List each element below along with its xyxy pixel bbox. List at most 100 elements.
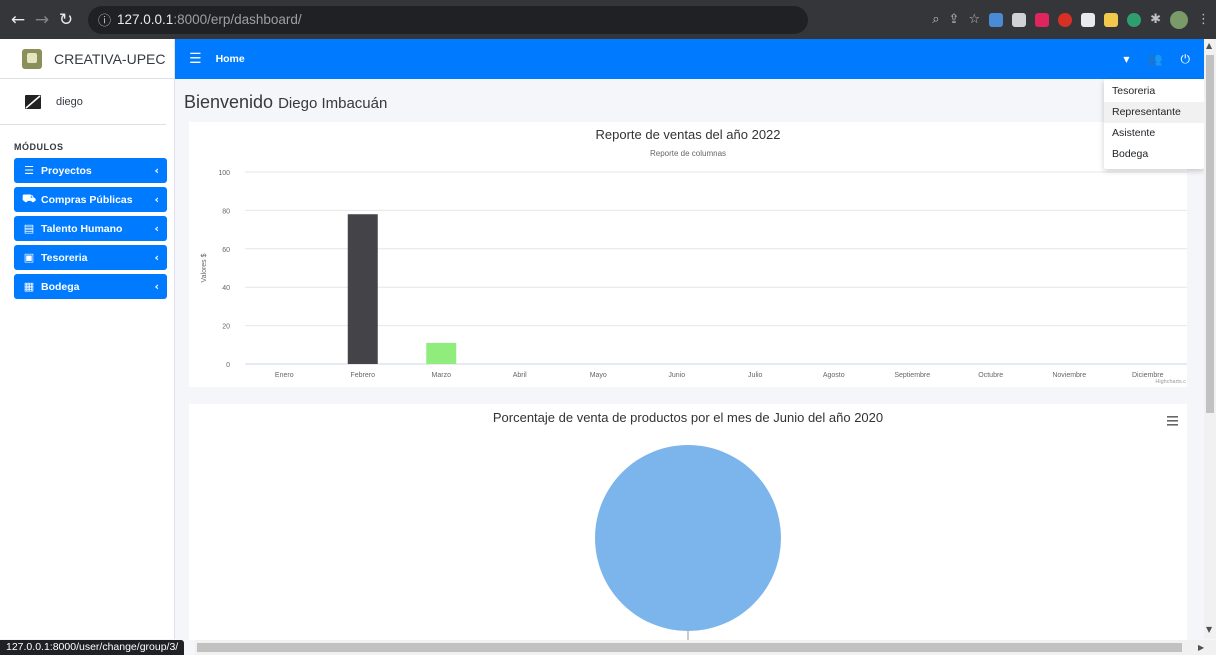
x-tick-label: Septiembre bbox=[894, 372, 930, 379]
navbar-actions: ▼ 👥 ⏻ bbox=[1123, 52, 1190, 67]
x-tick-label: Diciembre bbox=[1132, 372, 1164, 379]
extension-globe-icon[interactable] bbox=[1127, 12, 1142, 27]
extensions-puzzle-icon[interactable]: ✱ bbox=[1150, 12, 1161, 27]
scroll-right-arrow-icon[interactable]: ▶ bbox=[1198, 643, 1204, 652]
home-link[interactable]: Home bbox=[216, 53, 245, 65]
users-icon[interactable]: 👥 bbox=[1148, 52, 1163, 66]
dropdown-item-tesoreria[interactable]: Tesoreria bbox=[1104, 81, 1204, 102]
horizontal-scroll-thumb[interactable] bbox=[197, 643, 1182, 652]
extension-w-icon[interactable] bbox=[1081, 12, 1096, 27]
user-name: diego bbox=[56, 95, 83, 108]
y-tick-label: 80 bbox=[222, 208, 230, 215]
sidebar: CREATIVA-UPEC diego MÓDULOS ☰ Proyectos … bbox=[0, 39, 175, 639]
vertical-scroll-thumb[interactable] bbox=[1206, 55, 1214, 413]
welcome-user-name: Diego Imbacuán bbox=[278, 95, 388, 112]
sales-bar-chart: Reporte de ventas del año 2022 Reporte de… bbox=[201, 127, 1187, 385]
y-axis-label: Valores $ bbox=[201, 253, 208, 282]
x-tick-label: Enero bbox=[275, 372, 294, 379]
sidebar-item-label: Compras Públicas bbox=[41, 193, 133, 206]
back-arrow-icon[interactable]: ← bbox=[6, 10, 30, 30]
x-tick-label: Agosto bbox=[823, 372, 845, 379]
main-content: Bienvenido Diego Imbacuán Reporte de ven… bbox=[175, 79, 1204, 640]
horizontal-scrollbar[interactable]: ▶ bbox=[195, 640, 1216, 655]
product-pie-chart: Porcentaje de venta de productos por el … bbox=[493, 410, 1178, 640]
scroll-down-arrow-icon[interactable]: ▼ bbox=[1206, 625, 1212, 634]
x-tick-label: Noviembre bbox=[1052, 372, 1086, 379]
hamburger-menu-icon[interactable]: ☰ bbox=[189, 51, 202, 67]
welcome-text: Bienvenido bbox=[184, 92, 274, 112]
y-tick-label: 100 bbox=[218, 170, 230, 177]
extension-translate-icon[interactable] bbox=[989, 12, 1004, 27]
vertical-scrollbar[interactable]: ▲ ▼ bbox=[1204, 39, 1216, 639]
x-tick-label: Febrero bbox=[350, 372, 375, 379]
sidebar-item-label: Talento Humano bbox=[41, 222, 123, 235]
sidebar-item-bodega[interactable]: ▦ Bodega ‹ bbox=[14, 274, 167, 299]
extension-colorful-icon[interactable] bbox=[1104, 12, 1119, 27]
sidebar-item-talento-humano[interactable]: ▤ Talento Humano ‹ bbox=[14, 216, 167, 241]
dropdown-item-bodega[interactable]: Bodega bbox=[1104, 144, 1204, 165]
chevron-left-icon: ‹ bbox=[154, 222, 159, 235]
url-path: :8000/erp/dashboard/ bbox=[173, 12, 302, 27]
pie-chart-title: Porcentaje de venta de productos por el … bbox=[493, 410, 883, 425]
chart-credits[interactable]: Highcharts.c bbox=[1155, 379, 1186, 385]
chevron-left-icon: ‹ bbox=[154, 164, 159, 177]
bar[interactable] bbox=[426, 342, 457, 364]
forward-arrow-icon[interactable]: → bbox=[30, 10, 54, 30]
y-tick-label: 20 bbox=[222, 324, 230, 331]
sidebar-item-label: Proyectos bbox=[41, 164, 92, 177]
sidebar-item-label: Bodega bbox=[41, 280, 80, 293]
brand-link[interactable]: CREATIVA-UPEC bbox=[0, 39, 174, 79]
page-title: Bienvenido Diego Imbacuán bbox=[184, 92, 387, 113]
info-icon[interactable]: ⓘ bbox=[98, 10, 111, 29]
sidebar-item-compras-publicas[interactable]: ⛟ Compras Públicas ‹ bbox=[14, 187, 167, 212]
top-navbar: ☰ Home ▼ 👥 ⏻ bbox=[175, 39, 1204, 79]
id-card-icon: ▤ bbox=[23, 222, 35, 235]
x-tick-label: Mayo bbox=[590, 372, 607, 379]
brand-name: CREATIVA-UPEC bbox=[54, 50, 166, 67]
dropdown-caret-icon[interactable]: ▼ bbox=[1123, 55, 1129, 64]
y-tick-label: 40 bbox=[222, 285, 230, 292]
share-icon[interactable]: ⇪ bbox=[949, 12, 960, 27]
x-tick-label: Abril bbox=[513, 372, 527, 379]
chevron-left-icon: ‹ bbox=[154, 251, 159, 264]
browser-actions: ⌕ ⇪ ☆ ✱ ⋮ bbox=[932, 10, 1210, 29]
user-panel[interactable]: diego bbox=[0, 79, 166, 125]
browser-menu-icon[interactable]: ⋮ bbox=[1197, 12, 1210, 27]
extension-block-icon[interactable] bbox=[1058, 12, 1073, 27]
y-tick-label: 0 bbox=[226, 362, 230, 369]
modules-header: MÓDULOS bbox=[14, 142, 64, 152]
browser-toolbar: ← → ↻ ⓘ 127.0.0.1:8000/erp/dashboard/ ⌕ … bbox=[0, 0, 1216, 39]
brand-logo-icon bbox=[22, 48, 42, 69]
chevron-left-icon: ‹ bbox=[154, 280, 159, 293]
address-bar[interactable]: ⓘ 127.0.0.1:8000/erp/dashboard/ bbox=[88, 5, 808, 34]
pie-slice[interactable] bbox=[595, 445, 781, 631]
chart-menu-icon[interactable] bbox=[1167, 416, 1178, 426]
zoom-icon[interactable]: ⌕ bbox=[932, 12, 939, 27]
dropdown-item-asistente[interactable]: Asistente bbox=[1104, 123, 1204, 144]
link-status-bubble: 127.0.0.1:8000/user/change/group/3/ bbox=[0, 640, 185, 655]
sidebar-item-proyectos[interactable]: ☰ Proyectos ‹ bbox=[14, 158, 167, 183]
x-tick-label: Junio bbox=[668, 372, 685, 379]
dropdown-item-representante[interactable]: Representante bbox=[1104, 102, 1204, 123]
extension-record-icon[interactable] bbox=[1035, 12, 1050, 27]
bar[interactable] bbox=[347, 214, 378, 364]
y-tick-label: 60 bbox=[222, 247, 230, 254]
calendar-check-icon: ▣ bbox=[23, 251, 35, 264]
sales-chart-card: Reporte de ventas del año 2022 Reporte de… bbox=[189, 122, 1187, 387]
bookmark-star-icon[interactable]: ☆ bbox=[968, 12, 980, 27]
product-pie-card: Porcentaje de venta de productos por el … bbox=[189, 404, 1187, 640]
chart-title: Reporte de ventas del año 2022 bbox=[595, 127, 780, 142]
user-avatar-icon bbox=[25, 94, 41, 109]
extension-docs-icon[interactable] bbox=[1012, 12, 1027, 27]
chevron-left-icon: ‹ bbox=[154, 193, 159, 206]
profile-avatar[interactable] bbox=[1170, 10, 1188, 29]
x-tick-label: Julio bbox=[748, 372, 763, 379]
scroll-up-arrow-icon[interactable]: ▲ bbox=[1206, 41, 1212, 50]
list-icon: ☰ bbox=[24, 164, 34, 177]
sidebar-item-tesoreria[interactable]: ▣ Tesoreria ‹ bbox=[14, 245, 167, 270]
power-icon[interactable]: ⏻ bbox=[1181, 52, 1191, 67]
group-dropdown-menu: Tesoreria Representante Asistente Bodega bbox=[1104, 79, 1204, 169]
x-tick-label: Octubre bbox=[978, 372, 1003, 379]
reload-icon[interactable]: ↻ bbox=[54, 10, 78, 30]
x-tick-label: Marzo bbox=[432, 372, 452, 379]
